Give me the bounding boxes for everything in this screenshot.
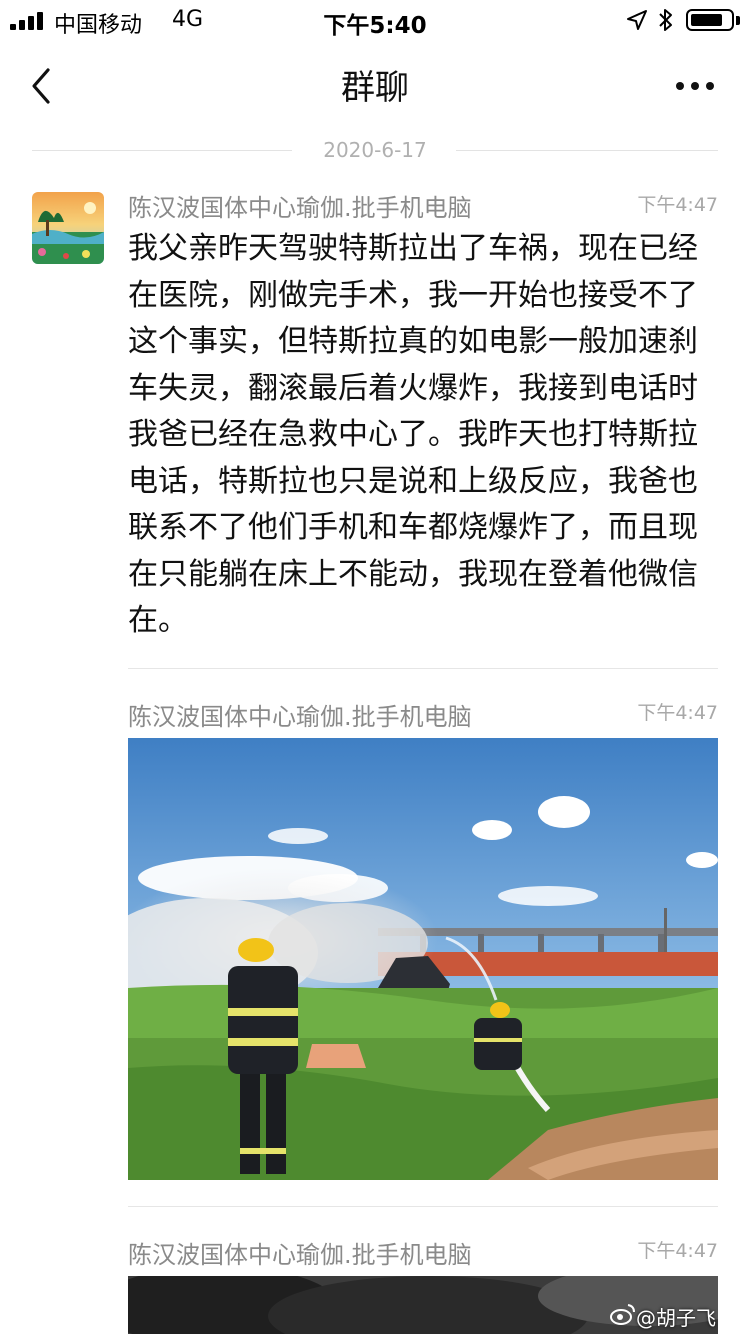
battery-tip [736, 16, 740, 25]
divider-line-right [456, 150, 718, 151]
message-sender: 陈汉波国体中心瑜伽.批手机电脑 [128, 194, 472, 222]
message-separator [128, 668, 718, 669]
status-bar: 中国移动 4G 下午5:40 [0, 0, 750, 40]
weibo-icon [610, 1304, 635, 1325]
message-separator [128, 1206, 718, 1207]
location-arrow-icon [627, 10, 647, 30]
avatar[interactable] [32, 192, 104, 264]
message-text: 我父亲昨天驾驶特斯拉出了车祸，现在已经在医院，刚做完手术，我一开始也接受不了这个… [128, 231, 698, 638]
battery-icon [686, 9, 734, 31]
date-divider: 2020-6-17 [32, 138, 718, 164]
firefighters-car-fire-photo [128, 738, 718, 1180]
nav-bar: 群聊 [0, 40, 750, 132]
watermark-text: @胡子飞 [636, 1306, 716, 1330]
bluetooth-icon [659, 9, 672, 31]
message-time: 下午4:47 [637, 1240, 718, 1262]
message-time: 下午4:47 [637, 194, 718, 216]
avatar-landscape-image [32, 192, 104, 264]
message-sender: 陈汉波国体中心瑜伽.批手机电脑 [128, 703, 472, 731]
page-title: 群聊 [341, 68, 409, 108]
more-dots-icon[interactable] [670, 70, 720, 100]
message-time: 下午4:47 [637, 702, 718, 724]
message-photo[interactable] [128, 738, 718, 1180]
message-sender: 陈汉波国体中心瑜伽.批手机电脑 [128, 1241, 472, 1269]
